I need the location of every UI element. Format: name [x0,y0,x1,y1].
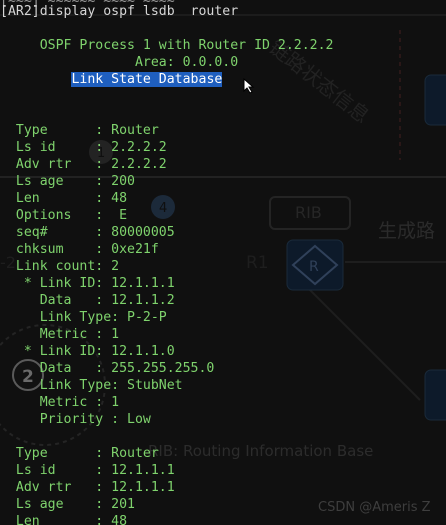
watermark-text: CSDN @Ameris Z [318,500,431,515]
lsa1-link2-metric: Metric : 1 [0,395,120,410]
ospf-process-header: OSPF Process 1 with Router ID 2.2.2.2 [0,38,334,53]
lsa1-link1-type: Link Type: P-2-P [0,310,167,325]
lsa2-len: Len : 48 [0,514,128,525]
lsa2-ls-id: Ls id : 12.1.1.1 [0,463,175,478]
lsa1-link2-priority: Priority : Low [0,412,151,427]
lsa1-link1-id: * Link ID: 12.1.1.1 [0,276,175,291]
lsdb-title-line: Link State Database [0,71,223,88]
lsa1-type: Type : Router [0,123,159,138]
lsa1-seq: seq# : 80000005 [0,225,175,240]
lsa1-link2-id: * Link ID: 12.1.1.0 [0,344,175,359]
lsdb-title-selected[interactable]: Link State Database [71,72,223,87]
terminal-command-line: [AR2]display ospf lsdb router [0,4,239,19]
lsa1-link2-data: Data : 255.255.255.0 [0,361,215,376]
ospf-area-header: Area: 0.0.0.0 [0,55,239,70]
mouse-cursor-icon [243,78,255,94]
lsa2-ls-age: Ls age : 201 [0,497,135,512]
screen: R 1 4 2 链路状态信息 生成路 RIB R1 -2 RIB: Routin… [0,0,446,525]
lsa2-type: Type : Router [0,446,159,461]
lsa1-link1-data: Data : 12.1.1.2 [0,293,175,308]
lsa1-options: Options : E [0,208,128,223]
lsa1-link2-type: Link Type: StubNet [0,378,183,393]
lsa1-ls-age: Ls age : 200 [0,174,135,189]
lsa1-link-count: Link count: 2 [0,259,120,274]
lsa1-chksum: chksum : 0xe21f [0,242,159,257]
lsa1-adv-rtr: Adv rtr : 2.2.2.2 [0,157,167,172]
lsdb-title-indent [0,72,71,87]
terminal-output[interactable]: [~~~] ~~~~~~ ~~~~ ~~~~ [AR2]display ospf… [0,0,446,525]
lsa2-adv-rtr: Adv rtr : 12.1.1.1 [0,480,175,495]
lsa1-link1-metric: Metric : 1 [0,327,120,342]
lsa1-len: Len : 48 [0,191,128,206]
lsa1-ls-id: Ls id : 2.2.2.2 [0,140,167,155]
